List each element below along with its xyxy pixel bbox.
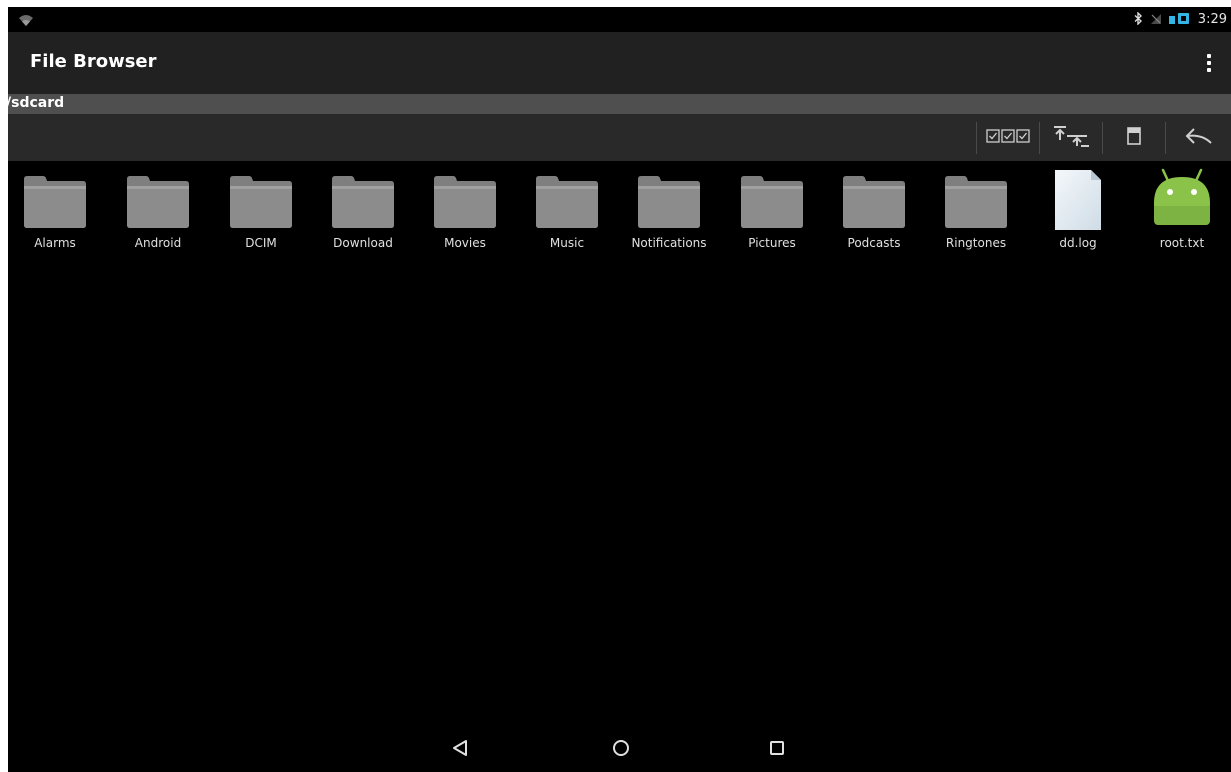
navigation-bar xyxy=(8,727,1231,772)
multi-select-icon xyxy=(986,128,1030,147)
file-item-notifications[interactable]: Notifications xyxy=(619,167,719,267)
more-vert-icon[interactable] xyxy=(1199,49,1219,77)
file-label: Android xyxy=(134,236,182,250)
folder-icon xyxy=(433,173,497,233)
file-item-podcasts[interactable]: Podcasts xyxy=(824,167,924,267)
device-screen: 3:29 File Browser /sdcard Alarms Android… xyxy=(8,7,1231,772)
file-label: Ringtones xyxy=(945,236,1007,250)
file-item-android[interactable]: Android xyxy=(108,167,208,267)
nav-home-button[interactable] xyxy=(606,737,636,763)
file-item-root-txt[interactable]: root.txt xyxy=(1132,167,1231,267)
path-bar: /sdcard xyxy=(8,94,1231,114)
recents-icon xyxy=(769,740,785,760)
android-icon xyxy=(1151,167,1213,231)
folder-icon xyxy=(535,173,599,233)
nav-recents-button[interactable] xyxy=(762,737,792,763)
file-grid: Alarms Android DCIM Download Movies Musi… xyxy=(8,167,1231,267)
file-item-music[interactable]: Music xyxy=(517,167,617,267)
file-label: root.txt xyxy=(1159,236,1205,250)
file-label: Download xyxy=(333,236,393,250)
file-toolbar xyxy=(8,114,1231,161)
file-label: Notifications xyxy=(631,236,707,250)
folder-icon xyxy=(842,173,906,233)
nav-back-button[interactable] xyxy=(445,737,475,763)
file-label: Movies xyxy=(444,236,486,250)
multi-select-button[interactable] xyxy=(977,114,1039,161)
toolbar-divider xyxy=(1165,122,1166,154)
status-bar: 3:29 xyxy=(8,7,1231,32)
wifi-icon xyxy=(18,12,34,26)
current-path: /sdcard xyxy=(8,95,65,111)
file-label: dd.log xyxy=(1059,236,1097,250)
app-title: File Browser xyxy=(30,51,157,72)
file-label: DCIM xyxy=(245,236,277,250)
bluetooth-icon xyxy=(1134,10,1143,29)
folder-icon xyxy=(331,173,395,233)
file-label: Podcasts xyxy=(847,236,901,250)
file-item-ringtones[interactable]: Ringtones xyxy=(926,167,1026,267)
status-icons: 3:29 xyxy=(1134,7,1227,32)
file-item-dd-log[interactable]: dd.log xyxy=(1028,167,1128,267)
status-clock: 3:29 xyxy=(1197,12,1227,27)
no-signal-icon xyxy=(1150,10,1162,29)
back-arrow-icon xyxy=(1184,126,1214,150)
folder-icon xyxy=(637,173,701,233)
document-icon xyxy=(1054,169,1102,235)
folder-icon xyxy=(740,173,804,233)
storage-button[interactable] xyxy=(1103,114,1165,161)
back-button[interactable] xyxy=(1168,114,1230,161)
file-label: Alarms xyxy=(34,236,76,250)
file-item-alarms[interactable]: Alarms xyxy=(8,167,105,267)
app-bar: File Browser xyxy=(8,32,1231,94)
storage-icon xyxy=(1127,126,1141,149)
battery-icon xyxy=(1168,10,1191,29)
back-icon xyxy=(452,739,468,761)
file-label: Music xyxy=(549,236,585,250)
file-item-download[interactable]: Download xyxy=(313,167,413,267)
file-label: Pictures xyxy=(748,236,796,250)
transfer-icon xyxy=(1051,124,1091,152)
folder-icon xyxy=(23,173,87,233)
file-item-pictures[interactable]: Pictures xyxy=(722,167,822,267)
folder-icon xyxy=(126,173,190,233)
transfer-button[interactable] xyxy=(1040,114,1102,161)
home-icon xyxy=(612,739,630,761)
file-item-movies[interactable]: Movies xyxy=(415,167,515,267)
folder-icon xyxy=(944,173,1008,233)
file-item-dcim[interactable]: DCIM xyxy=(211,167,311,267)
folder-icon xyxy=(229,173,293,233)
